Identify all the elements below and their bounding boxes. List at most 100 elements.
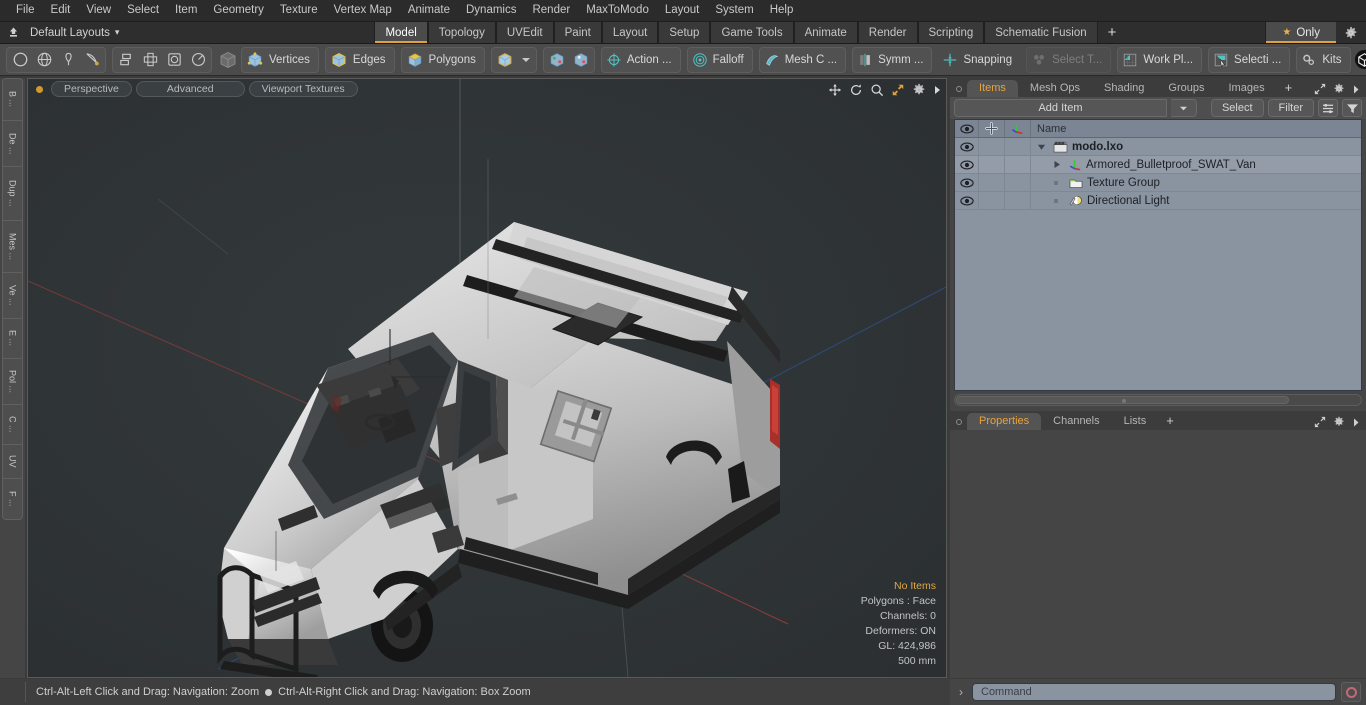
chevron-down-icon[interactable]	[517, 48, 535, 72]
select-back-icon[interactable]	[569, 48, 593, 72]
kits-button[interactable]: Kits	[1296, 46, 1351, 73]
work-plane-button[interactable]: Work Pl...	[1117, 46, 1203, 73]
align-icon[interactable]	[114, 48, 138, 72]
add-item-dropdown-button[interactable]	[1170, 99, 1197, 117]
select-through-tool-button[interactable]: Select T...	[1026, 46, 1112, 73]
curve-icon[interactable]	[80, 48, 104, 72]
selection-mode-vertices[interactable]: Vertices	[241, 46, 319, 73]
add-properties-tab-button[interactable]: +	[1158, 412, 1182, 430]
tab-items[interactable]: Items	[967, 80, 1018, 97]
add-panel-tab-button[interactable]: +	[1277, 79, 1301, 97]
selection-set-button[interactable]: Selecti ...	[1208, 46, 1291, 73]
panel-indicator-dot[interactable]	[956, 86, 962, 92]
row-name-cell[interactable]: Armored_Bulletproof_SWAT_Van	[1031, 158, 1361, 171]
tab-shading[interactable]: Shading	[1092, 80, 1156, 97]
tab-layout[interactable]: Layout	[601, 22, 659, 43]
select-button[interactable]: Select	[1210, 99, 1264, 117]
row-transform-cell[interactable]	[1005, 138, 1031, 155]
menu-item-file[interactable]: File	[8, 1, 43, 20]
only-button[interactable]: ★ Only	[1265, 22, 1336, 43]
row-visibility-toggle[interactable]	[955, 156, 979, 173]
table-row[interactable]: modo.lxo	[955, 138, 1361, 156]
modo-bridge-icon[interactable]	[1354, 48, 1366, 72]
rail-tab-edge[interactable]: E ...	[2, 318, 23, 358]
expander-down-icon[interactable]	[1037, 143, 1049, 151]
tab-render[interactable]: Render	[857, 22, 918, 43]
menu-item-geometry[interactable]: Geometry	[205, 1, 272, 20]
tab-channels[interactable]: Channels	[1041, 413, 1111, 430]
list-options-icon[interactable]	[1318, 99, 1338, 117]
tab-game-tools[interactable]: Game Tools	[710, 22, 794, 43]
row-transform-cell[interactable]	[1005, 156, 1031, 173]
rail-tab-fusion[interactable]: F ...	[2, 478, 23, 520]
filter-button[interactable]: Filter	[1267, 99, 1314, 117]
panel-arrow-icon[interactable]	[1352, 417, 1360, 428]
menu-item-layout[interactable]: Layout	[657, 1, 708, 20]
tab-groups[interactable]: Groups	[1156, 80, 1216, 97]
zoom-view-icon[interactable]	[870, 83, 884, 97]
row-lock-cell[interactable]	[979, 156, 1005, 173]
menu-item-maxtomodo[interactable]: MaxToModo	[578, 1, 657, 20]
rotate-icon[interactable]	[186, 48, 210, 72]
menu-item-vertex-map[interactable]: Vertex Map	[326, 1, 400, 20]
table-row[interactable]: Texture Group	[955, 174, 1361, 192]
menu-item-animate[interactable]: Animate	[400, 1, 458, 20]
tab-properties[interactable]: Properties	[967, 413, 1042, 430]
row-name-cell[interactable]: modo.lxo	[1031, 141, 1361, 153]
menu-item-system[interactable]: System	[707, 1, 761, 20]
scrollbar-thumb[interactable]	[956, 396, 1289, 404]
select-through-icon[interactable]	[545, 48, 569, 72]
gear-icon[interactable]	[1336, 22, 1366, 43]
item-list[interactable]: Name modo.lxo Armored_Bulletproof_SWAT_V…	[954, 119, 1362, 391]
table-row[interactable]: Armored_Bulletproof_SWAT_Van	[955, 156, 1361, 174]
viewport-arrow-icon[interactable]	[933, 84, 942, 96]
rail-tab-polygon[interactable]: Pol ...	[2, 358, 23, 404]
row-visibility-toggle[interactable]	[955, 174, 979, 191]
expander-right-icon[interactable]	[1053, 160, 1065, 169]
properties-indicator-dot[interactable]	[956, 419, 962, 425]
menu-item-help[interactable]: Help	[762, 1, 802, 20]
menu-item-view[interactable]: View	[78, 1, 119, 20]
tab-mesh-ops[interactable]: Mesh Ops	[1018, 80, 1092, 97]
snapping-button[interactable]: Snapping	[938, 47, 1020, 73]
viewport-shading-button[interactable]: Advanced	[135, 81, 245, 97]
rail-tab-uv[interactable]: UV	[2, 444, 23, 478]
menu-item-dynamics[interactable]: Dynamics	[458, 1, 524, 20]
tab-schematic-fusion[interactable]: Schematic Fusion	[984, 22, 1098, 43]
move-view-icon[interactable]	[828, 83, 842, 97]
menu-item-render[interactable]: Render	[524, 1, 578, 20]
pen-icon[interactable]	[56, 48, 80, 72]
row-lock-cell[interactable]	[979, 174, 1005, 191]
tab-paint[interactable]: Paint	[553, 22, 602, 43]
rotate-view-icon[interactable]	[849, 83, 863, 97]
tab-topology[interactable]: Topology	[427, 22, 496, 43]
circle-icon[interactable]	[8, 48, 32, 72]
row-transform-cell[interactable]	[1005, 192, 1031, 209]
expand-icon[interactable]	[1314, 83, 1326, 95]
viewport-textures-button[interactable]: Viewport Textures	[248, 81, 358, 97]
rail-tab-vertex[interactable]: Ve ...	[2, 272, 23, 318]
menu-item-texture[interactable]: Texture	[272, 1, 326, 20]
row-visibility-toggle[interactable]	[955, 138, 979, 155]
expand-icon[interactable]	[1314, 416, 1326, 428]
frame-icon[interactable]	[162, 48, 186, 72]
tab-uvedit[interactable]: UVEdit	[495, 22, 554, 43]
command-input[interactable]: Command	[972, 683, 1336, 701]
globe-icon[interactable]	[32, 48, 56, 72]
selection-mode-polygons[interactable]: Polygons	[400, 46, 485, 73]
tab-lists[interactable]: Lists	[1112, 413, 1159, 430]
menu-item-item[interactable]: Item	[167, 1, 205, 20]
cube-item-icon[interactable]	[218, 48, 238, 72]
viewport-gear-icon[interactable]	[912, 83, 926, 97]
tab-animate[interactable]: Animate	[793, 22, 858, 43]
menu-item-edit[interactable]: Edit	[43, 1, 79, 20]
panel-arrow-icon[interactable]	[1352, 84, 1360, 95]
fit-view-icon[interactable]	[891, 83, 905, 97]
row-name-cell[interactable]: Directional Light	[1031, 194, 1361, 207]
panel-gear-icon[interactable]	[1333, 83, 1345, 95]
row-visibility-toggle[interactable]	[955, 192, 979, 209]
rail-tab-mesh[interactable]: Mes ...	[2, 220, 23, 272]
row-transform-cell[interactable]	[1005, 174, 1031, 191]
viewport-projection-button[interactable]: Perspective	[51, 81, 132, 97]
filter-funnel-icon[interactable]	[1342, 99, 1362, 117]
